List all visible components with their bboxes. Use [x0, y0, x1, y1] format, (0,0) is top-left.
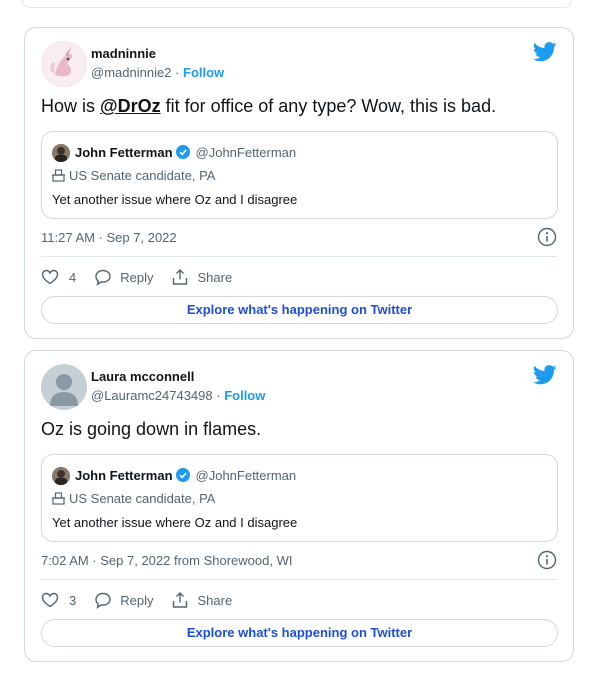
tweet-actions: 4 Reply Share — [41, 266, 250, 288]
author-handle[interactable]: @Lauramc24743498 — [91, 388, 213, 403]
speech-bubble-icon — [95, 269, 111, 286]
divider — [41, 579, 557, 580]
reply-label: Reply — [120, 592, 154, 608]
previous-tweet-edge — [22, 0, 572, 8]
twitter-bird-icon[interactable] — [533, 42, 557, 62]
share-icon — [173, 592, 188, 608]
author-name[interactable]: madninnie — [91, 46, 156, 61]
author-name[interactable]: Laura mcconnell — [91, 369, 194, 384]
quoted-text: Yet another issue where Oz and I disagre… — [52, 192, 298, 207]
reply-button[interactable]: Reply — [94, 268, 153, 286]
verified-badge-icon — [175, 145, 190, 159]
quoted-description-text: US Senate candidate, PA — [69, 168, 216, 183]
author-handle-line: @Lauramc24743498 · Follow — [91, 388, 265, 403]
twitter-bird-icon[interactable] — [533, 365, 557, 385]
author-handle-line: @madninnie2 · Follow — [91, 65, 224, 80]
explore-button[interactable]: Explore what's happening on Twitter — [41, 296, 558, 324]
share-icon — [173, 269, 188, 285]
heart-icon — [41, 269, 59, 285]
like-button[interactable]: 4 — [41, 268, 76, 286]
quoted-author-description: US Senate candidate, PA — [52, 168, 215, 183]
mention-link[interactable]: @DrOz — [100, 96, 161, 116]
quoted-author-name[interactable]: John Fetterman — [75, 468, 173, 483]
quoted-author: John Fetterman @JohnFetterman — [75, 145, 296, 160]
avatar[interactable] — [41, 41, 87, 87]
tweet-timestamp[interactable]: 11:27 AM · Sep 7, 2022 — [41, 230, 177, 245]
ballot-box-icon — [52, 169, 65, 182]
like-count: 4 — [69, 269, 77, 285]
tweet-card[interactable]: madninnie @madninnie2 · Follow How is @D… — [24, 27, 574, 339]
info-icon[interactable] — [537, 550, 557, 570]
divider — [41, 256, 557, 257]
speech-bubble-icon — [95, 592, 111, 609]
quoted-author-description: US Senate candidate, PA — [52, 491, 215, 506]
like-count: 3 — [69, 592, 77, 608]
quoted-text: Yet another issue where Oz and I disagre… — [52, 515, 298, 530]
share-label: Share — [197, 269, 233, 285]
tweet-text-part: fit for office of any type? Wow, this is… — [160, 96, 497, 116]
heart-icon — [41, 592, 59, 608]
tweet-text: Oz is going down in flames. — [41, 419, 262, 439]
quoted-tweet[interactable]: John Fetterman @JohnFetterman US Senate c… — [41, 131, 558, 219]
quoted-author-name[interactable]: John Fetterman — [75, 145, 173, 160]
explore-button[interactable]: Explore what's happening on Twitter — [41, 619, 558, 647]
info-icon[interactable] — [537, 227, 557, 247]
tweet-timestamp[interactable]: 7:02 AM · Sep 7, 2022 from Shorewood, WI — [41, 553, 292, 568]
author-handle[interactable]: @madninnie2 — [91, 65, 171, 80]
ballot-box-icon — [52, 492, 65, 505]
separator-dot: · — [216, 388, 225, 403]
follow-button[interactable]: Follow — [183, 65, 224, 80]
quoted-avatar[interactable] — [52, 144, 70, 162]
tweet-text-part: How is — [41, 96, 101, 116]
verified-badge-icon — [175, 468, 190, 482]
share-label: Share — [197, 592, 233, 608]
reply-label: Reply — [120, 269, 154, 285]
follow-button[interactable]: Follow — [224, 388, 265, 403]
share-button[interactable]: Share — [171, 591, 232, 609]
avatar[interactable] — [41, 364, 87, 410]
tweet-card[interactable]: Laura mcconnell @Lauramc24743498 · Follo… — [24, 350, 574, 662]
tweet-actions: 3 Reply Share — [41, 589, 250, 611]
quoted-author-handle[interactable]: @JohnFetterman — [196, 468, 297, 483]
quoted-tweet[interactable]: John Fetterman @JohnFetterman US Senate c… — [41, 454, 558, 542]
tweet-text: How is @DrOz fit for office of any type?… — [41, 96, 496, 117]
share-button[interactable]: Share — [171, 268, 232, 286]
quoted-author: John Fetterman @JohnFetterman — [75, 468, 296, 483]
quoted-description-text: US Senate candidate, PA — [69, 491, 216, 506]
quoted-avatar[interactable] — [52, 467, 70, 485]
quoted-author-handle[interactable]: @JohnFetterman — [196, 145, 297, 160]
separator-dot: · — [175, 65, 183, 80]
reply-button[interactable]: Reply — [94, 591, 153, 609]
like-button[interactable]: 3 — [41, 591, 76, 609]
